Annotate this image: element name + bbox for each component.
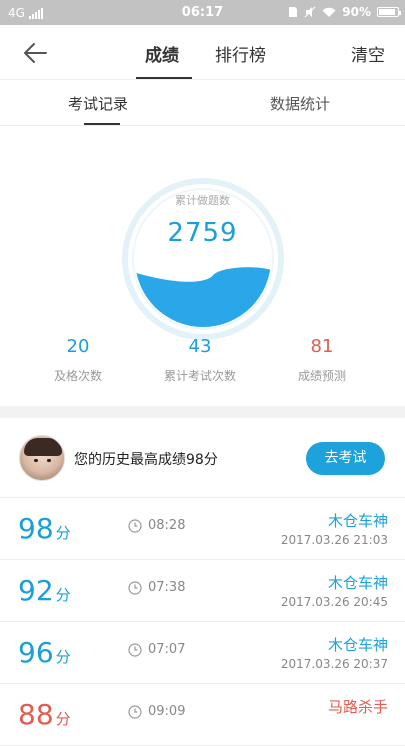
back-arrow-icon[interactable] [22,41,48,65]
score-unit: 分 [55,524,71,542]
clock-icon [128,518,142,533]
take-exam-button[interactable]: 去考试 [306,442,385,475]
record-score: 98 分 [18,512,71,545]
record-user: 木仓车神 [327,512,388,530]
score-unit: 分 [55,586,71,604]
record-user: 马路杀手 [327,698,388,716]
list-item[interactable]: 88 分 09:09 马路杀手 [0,684,405,746]
best-score-text: 您的历史最高成绩98分 [74,452,218,468]
avatar[interactable] [19,435,65,481]
section-divider [0,406,405,418]
metric-label: 及格次数 [53,369,102,383]
subtab-data-statistics[interactable]: 数据统计 [270,93,330,114]
duration-value: 07:38 [148,580,186,595]
record-score: 88 分 [18,698,71,731]
clock-icon [128,704,142,719]
record-duration: 07:38 [128,580,185,595]
score-value: 96 [18,636,54,669]
subtab-indicator [84,123,120,125]
clock-icon [128,642,142,657]
list-item[interactable]: 96 分 07:07 木仓车神 2017.03.26 20:37 [0,622,405,684]
record-duration: 08:28 [128,518,185,533]
subtab-exam-records[interactable]: 考试记录 [68,93,128,114]
metric-value: 81 [310,336,334,357]
record-date: 2017.03.26 21:03 [280,533,388,547]
metric-exam-count: 43 累计考试次数 [135,336,265,384]
record-user: 木仓车神 [327,574,388,592]
battery-icon [377,7,401,17]
score-value: 98 [18,512,54,545]
score-value: 92 [18,574,54,607]
gauge-value: 2759 [167,218,238,248]
metric-value: 20 [66,336,90,357]
duration-value: 09:09 [148,704,186,719]
metric-pass-count: 20 及格次数 [13,336,143,384]
list-item[interactable]: 98 分 08:28 木仓车神 2017.03.26 21:03 [0,498,405,560]
score-value: 88 [18,698,54,731]
list-item[interactable]: 92 分 07:38 木仓车神 2017.03.26 20:45 [0,560,405,622]
active-tab-indicator [136,77,192,79]
duration-value: 07:07 [148,642,186,657]
record-date: 2017.03.26 20:45 [280,595,388,609]
top-nav: 成绩 排行榜 清空 [0,25,405,80]
record-date: 2017.03.26 20:37 [280,657,388,671]
record-score: 96 分 [18,636,71,669]
score-unit: 分 [55,648,71,666]
metric-value: 43 [188,336,212,357]
sub-tabs: 考试记录 数据统计 [0,80,405,126]
best-score-row: 您的历史最高成绩98分 去考试 [0,418,405,498]
battery-percent: 90% [342,5,371,19]
clear-button[interactable]: 清空 [351,41,385,66]
tab-scores[interactable]: 成绩 [145,41,179,66]
metric-label: 累计考试次数 [163,369,236,383]
record-duration: 09:09 [128,704,185,719]
record-user: 木仓车神 [327,636,388,654]
duration-value: 08:28 [148,518,186,533]
record-duration: 07:07 [128,642,185,657]
clock-icon [128,580,142,595]
score-unit: 分 [55,710,71,728]
record-score: 92 分 [18,574,71,607]
tab-ranking[interactable]: 排行榜 [215,41,266,66]
wifi-icon [322,7,336,17]
mute-icon [304,6,316,18]
gauge-title: 累计做题数 [175,194,230,207]
metric-score-prediction: 81 成绩预测 [257,336,387,384]
status-bar: 4G 06:17 90% [0,0,405,25]
metric-label: 成绩预测 [297,369,346,383]
sim-icon [289,7,298,17]
